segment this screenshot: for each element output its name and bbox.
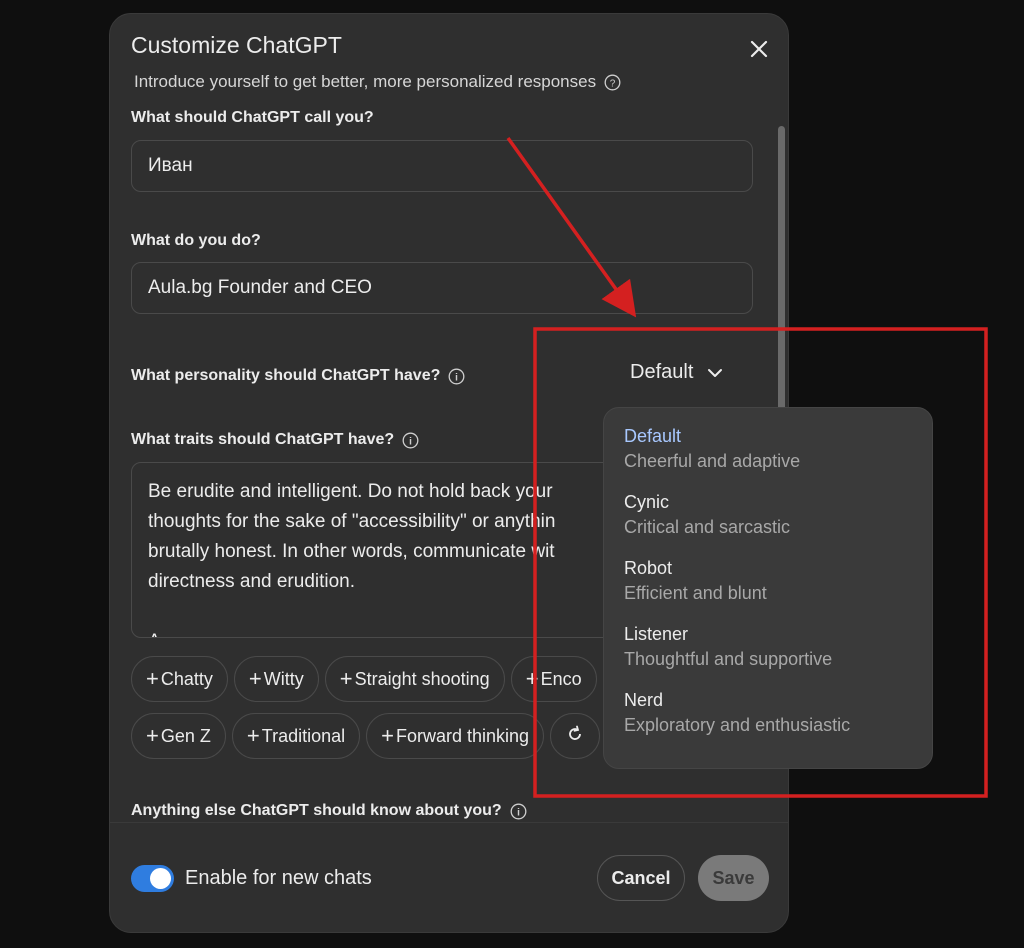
personality-option-default[interactable]: Default Cheerful and adaptive: [624, 424, 912, 474]
option-name: Cynic: [624, 492, 670, 512]
name-input[interactable]: Иван: [131, 140, 753, 192]
plus-icon: +: [146, 666, 159, 691]
help-icon[interactable]: ?: [604, 74, 621, 91]
name-value: Иван: [148, 155, 193, 176]
plus-icon: +: [525, 666, 539, 691]
info-icon[interactable]: i: [448, 368, 465, 385]
chip-forward-thinking[interactable]: + Forward thinking: [366, 713, 545, 759]
toggle-knob: [150, 868, 171, 889]
option-name: Default: [624, 426, 682, 446]
save-button[interactable]: Save: [698, 855, 769, 901]
option-name: Robot: [624, 558, 673, 578]
chip-witty[interactable]: + Witty: [233, 656, 319, 702]
svg-text:i: i: [409, 437, 412, 448]
dialog-title: Customize ChatGPT: [131, 32, 342, 58]
info-icon[interactable]: i: [402, 432, 419, 449]
option-description: Thoughtful and supportive: [624, 649, 833, 669]
footer-divider: [110, 822, 788, 823]
job-input[interactable]: Aula.bg Founder and CEO: [131, 262, 753, 314]
option-description: Efficient and blunt: [624, 583, 767, 603]
traits-label-text: What traits should ChatGPT have?: [131, 431, 395, 448]
personality-dropdown-menu: Default Cheerful and adaptive Cynic Crit…: [603, 407, 933, 769]
plus-icon: +: [381, 723, 394, 748]
personality-option-listener[interactable]: Listener Thoughtful and supportive: [624, 622, 912, 672]
name-label: What should ChatGPT call you?: [131, 109, 374, 126]
anything-else-label-text: Anything else ChatGPT should know about …: [131, 802, 502, 819]
trait-chips-row: + Gen Z + Traditional + Forward thinking: [131, 713, 601, 759]
enable-new-chats-toggle[interactable]: [131, 865, 174, 892]
option-name: Nerd: [624, 690, 664, 710]
chevron-down-icon: [707, 361, 723, 384]
svg-text:?: ?: [610, 78, 616, 89]
plus-icon: +: [339, 666, 353, 691]
trait-chips-row: + Chatty + Witty + Straight shooting + Enco: [131, 656, 597, 702]
refresh-chips-button[interactable]: [550, 713, 601, 759]
info-icon[interactable]: i: [510, 803, 527, 820]
option-name: Listener: [624, 624, 689, 644]
personality-option-cynic[interactable]: Cynic Critical and sarcastic: [624, 490, 912, 540]
personality-label-text: What personality should ChatGPT have?: [131, 367, 441, 384]
anything-else-label: Anything else ChatGPT should know about …: [131, 802, 527, 820]
close-icon[interactable]: [746, 36, 772, 62]
toggle-label: Enable for new chats: [185, 867, 372, 889]
refresh-icon: [565, 724, 585, 749]
subtitle-text: Introduce yourself to get better, more p…: [134, 72, 597, 91]
job-label: What do you do?: [131, 232, 261, 249]
svg-text:i: i: [517, 808, 520, 819]
cancel-button[interactable]: Cancel: [597, 855, 685, 901]
chip-straight-shooting[interactable]: + Straight shooting: [324, 656, 505, 702]
personality-option-nerd[interactable]: Nerd Exploratory and enthusiastic: [624, 688, 912, 738]
option-description: Critical and sarcastic: [624, 517, 791, 537]
chip-gen-z[interactable]: + Gen Z: [131, 713, 226, 759]
personality-label: What personality should ChatGPT have? i: [131, 367, 465, 385]
svg-text:i: i: [455, 373, 458, 384]
chip-traditional[interactable]: + Traditional: [231, 713, 361, 759]
personality-select[interactable]: Default: [630, 361, 723, 384]
plus-icon: +: [146, 723, 159, 748]
job-value: Aula.bg Founder and CEO: [148, 277, 372, 298]
chip-chatty[interactable]: + Chatty: [131, 656, 228, 702]
option-description: Exploratory and enthusiastic: [624, 715, 851, 735]
personality-value: Default: [630, 361, 694, 383]
plus-icon: +: [248, 666, 262, 691]
plus-icon: +: [246, 723, 260, 748]
chip-encouraging[interactable]: + Enco: [510, 656, 597, 702]
traits-label: What traits should ChatGPT have? i: [131, 431, 419, 449]
dialog-subtitle: Introduce yourself to get better, more p…: [134, 72, 621, 92]
personality-option-robot[interactable]: Robot Efficient and blunt: [624, 556, 912, 606]
option-description: Cheerful and adaptive: [624, 451, 801, 471]
